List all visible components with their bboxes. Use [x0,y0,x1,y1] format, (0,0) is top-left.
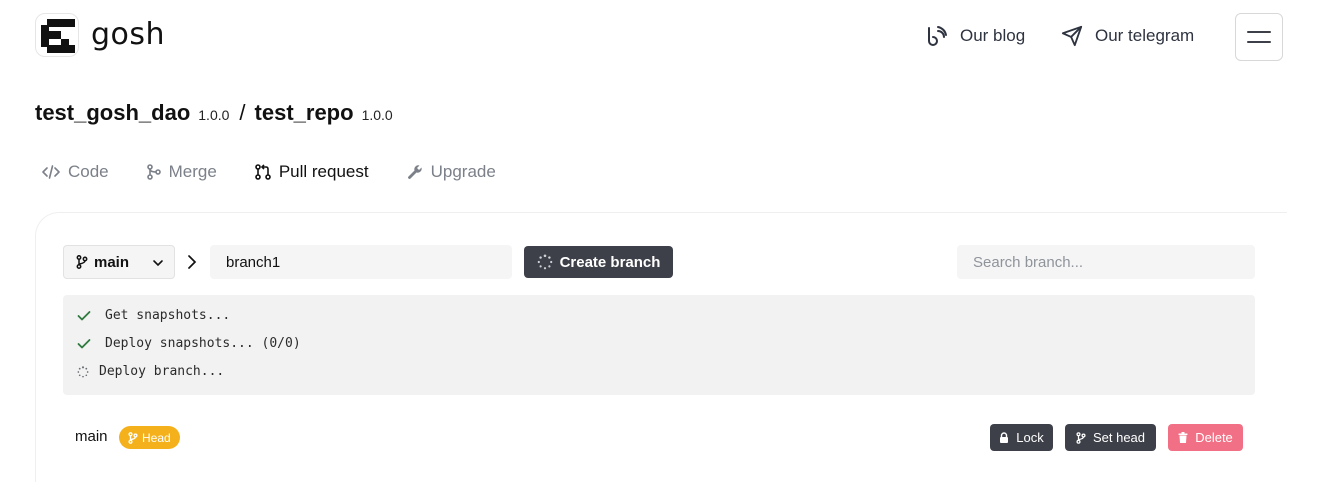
repo-name-link[interactable]: test_repo [255,100,354,126]
from-branch-value: main [94,253,130,271]
head-badge-label: Head [142,430,171,445]
delete-label: Delete [1195,430,1233,445]
branch-icon [128,431,138,444]
log-line: Deploy branch... [77,364,224,379]
blog-link[interactable]: Our blog [926,25,1025,47]
set-head-label: Set head [1092,430,1146,445]
breadcrumb: test_gosh_dao 1.0.0 / test_repo 1.0.0 [35,100,393,126]
menu-button[interactable] [1235,13,1283,61]
logo[interactable]: gosh [35,13,165,57]
from-branch-select[interactable]: main [63,245,175,279]
spinner-icon [77,365,89,377]
log-line: Deploy snapshots... (0/0) [77,336,301,351]
branch-icon [1076,431,1086,444]
repo-version: 1.0.0 [361,107,393,123]
merge-icon [146,164,161,180]
trash-icon [1178,432,1188,443]
wrench-icon [407,165,422,179]
lock-icon [1000,432,1009,443]
header: gosh Our blog Our telegram [0,0,1322,76]
telegram-label: Our telegram [1095,26,1195,45]
telegram-link[interactable]: Our telegram [1061,25,1194,47]
delete-button[interactable]: Delete [1168,424,1243,451]
new-branch-input[interactable] [210,245,512,279]
lock-button[interactable]: Lock [990,424,1053,451]
log-text: Get snapshots... [105,308,231,323]
log-line: Get snapshots... [77,308,230,323]
tab-upgrade[interactable]: Upgrade [407,160,496,184]
create-branch-button[interactable]: Create branch [524,246,673,278]
logo-text: gosh [91,17,166,52]
tab-merge[interactable]: Merge [146,160,217,184]
progress-log: Get snapshots... Deploy snapshots... (0/… [63,295,1255,395]
pull-request-icon [255,164,271,180]
tab-code-label: Code [68,162,109,181]
dao-version: 1.0.0 [198,107,230,123]
breadcrumb-separator: / [239,100,246,125]
tab-pull-request-label: Pull request [278,162,369,181]
branch-name[interactable]: main [75,428,108,445]
blog-icon [928,26,947,46]
create-branch-label: Create branch [559,253,661,271]
blog-label: Our blog [960,26,1026,45]
head-badge: Head [119,426,180,449]
lock-label: Lock [1016,430,1044,445]
log-text: Deploy branch... [99,364,225,379]
card-edge-fade [967,213,1287,216]
set-head-button[interactable]: Set head [1065,424,1156,451]
branch-icon [76,255,88,269]
tab-code[interactable]: Code [42,160,109,184]
chevron-right-icon [188,255,197,269]
tab-merge-label: Merge [168,162,217,181]
check-icon [77,310,91,320]
telegram-send-icon [1061,25,1083,47]
spinner-icon [537,254,552,270]
dao-name-link[interactable]: test_gosh_dao [35,100,190,126]
check-icon [77,338,91,348]
log-text: Deploy snapshots... (0/0) [105,336,301,351]
tab-upgrade-label: Upgrade [430,162,496,181]
gosh-logo-icon [35,13,79,57]
search-branch-input[interactable] [957,245,1255,279]
code-icon [42,165,60,179]
hamburger-icon [1247,31,1271,43]
tab-pull-request[interactable]: Pull request [255,160,369,184]
chevron-down-icon [153,260,163,267]
repo-tabs: Code Merge Pull request Upgrade [42,160,534,184]
